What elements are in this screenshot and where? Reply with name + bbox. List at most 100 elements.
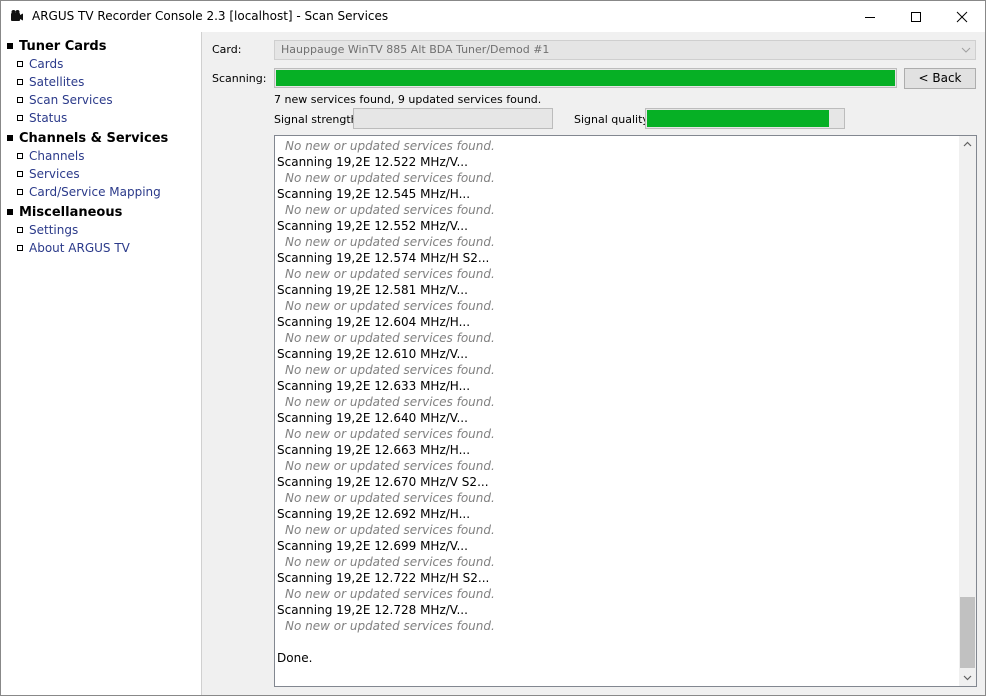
square-bullet-icon — [17, 227, 23, 233]
app-window: ARGUS TV Recorder Console 2.3 [localhost… — [0, 0, 986, 696]
sidebar-item-card-service-mapping[interactable]: Card/Service Mapping — [1, 183, 161, 201]
sidebar-nav: Tuner Cards Cards Satellites Scan Servic… — [1, 32, 202, 695]
log-line-note: No new or updated services found. — [285, 459, 495, 473]
log-line-scan: Scanning 19,2E 12.552 MHz/V... — [277, 219, 468, 233]
log-line-scan: Scanning 19,2E 12.522 MHz/V... — [277, 155, 468, 169]
log-line-note: No new or updated services found. — [285, 619, 495, 633]
square-bullet-icon — [17, 245, 23, 251]
nav-section-miscellaneous: Miscellaneous — [1, 203, 122, 221]
vertical-scrollbar[interactable] — [959, 136, 976, 686]
close-icon — [956, 11, 968, 22]
log-line-scan: Scanning 19,2E 12.604 MHz/H... — [277, 315, 471, 329]
square-bullet-icon — [17, 61, 23, 67]
sidebar-item-services[interactable]: Services — [1, 165, 80, 183]
square-bullet-icon — [17, 153, 23, 159]
scan-status-text: 7 new services found, 9 updated services… — [274, 93, 542, 106]
log-line-note: No new or updated services found. — [285, 331, 495, 345]
log-line-scan: Scanning 19,2E 12.728 MHz/V... — [277, 603, 468, 617]
sidebar-item-cards[interactable]: Cards — [1, 55, 63, 73]
log-line-scan: Scanning 19,2E 12.692 MHz/H... — [277, 507, 471, 521]
bullet-icon — [7, 209, 13, 215]
back-button[interactable]: < Back — [904, 68, 976, 89]
log-line-scan: Done. — [277, 651, 313, 665]
log-line-scan: Scanning 19,2E 12.670 MHz/V S2... — [277, 475, 489, 489]
signal-quality-meter — [645, 108, 845, 129]
log-line-scan: Scanning 19,2E 12.640 MHz/V... — [277, 411, 468, 425]
sidebar-item-status[interactable]: Status — [1, 109, 67, 127]
scan-log[interactable]: No new or updated services found. Scannin… — [274, 135, 977, 687]
square-bullet-icon — [17, 189, 23, 195]
window-title: ARGUS TV Recorder Console 2.3 [localhost… — [32, 9, 389, 23]
title-bar[interactable]: ARGUS TV Recorder Console 2.3 [localhost… — [1, 1, 985, 32]
sidebar-item-label[interactable]: Status — [29, 111, 67, 125]
signal-strength-label: Signal strength: — [274, 113, 362, 126]
log-line-blank — [277, 634, 958, 650]
maximize-icon — [911, 11, 921, 22]
sidebar-item-label[interactable]: Scan Services — [29, 93, 113, 107]
log-line-scan: Scanning 19,2E 12.722 MHz/H S2... — [277, 571, 490, 585]
square-bullet-icon — [17, 115, 23, 121]
log-line-note: No new or updated services found. — [285, 555, 495, 569]
nav-section-tuner-cards: Tuner Cards — [1, 37, 106, 55]
log-line-scan: Scanning 19,2E 12.545 MHz/H... — [277, 187, 471, 201]
maximize-button[interactable] — [893, 1, 939, 32]
log-line-note: No new or updated services found. — [285, 523, 495, 537]
minimize-icon — [865, 16, 875, 18]
scan-progress-fill — [276, 70, 895, 86]
card-label: Card: — [212, 43, 242, 56]
sidebar-item-about[interactable]: About ARGUS TV — [1, 239, 130, 257]
nav-section-title: Miscellaneous — [19, 204, 123, 220]
bullet-icon — [7, 43, 13, 49]
sidebar-item-settings[interactable]: Settings — [1, 221, 78, 239]
chevron-up-icon — [963, 141, 972, 147]
log-line-scan: Scanning 19,2E 12.663 MHz/H... — [277, 443, 471, 457]
square-bullet-icon — [17, 97, 23, 103]
log-line-note: No new or updated services found. — [285, 395, 495, 409]
signal-quality-fill — [647, 110, 829, 127]
log-line-note: No new or updated services found. — [285, 363, 495, 377]
scroll-down-button[interactable] — [959, 669, 976, 686]
log-line-note: No new or updated services found. — [285, 139, 495, 153]
scroll-up-button[interactable] — [959, 136, 976, 153]
log-line-scan: Scanning 19,2E 12.581 MHz/V... — [277, 283, 468, 297]
signal-quality-label: Signal quality: — [574, 113, 652, 126]
sidebar-item-channels[interactable]: Channels — [1, 147, 85, 165]
log-line-scan: Scanning 19,2E 12.574 MHz/H S2... — [277, 251, 490, 265]
sidebar-item-label[interactable]: Cards — [29, 57, 63, 71]
log-line-scan: Scanning 19,2E 12.610 MHz/V... — [277, 347, 468, 361]
square-bullet-icon — [17, 171, 23, 177]
sidebar-item-label[interactable]: Services — [29, 167, 80, 181]
sidebar-item-label[interactable]: Channels — [29, 149, 85, 163]
scan-log-lines: No new or updated services found. Scannin… — [277, 138, 958, 666]
sidebar-item-label[interactable]: About ARGUS TV — [29, 241, 130, 255]
log-line-note: No new or updated services found. — [285, 203, 495, 217]
log-line-note: No new or updated services found. — [285, 171, 495, 185]
scanning-label: Scanning: — [212, 72, 267, 85]
scroll-thumb[interactable] — [960, 597, 975, 668]
log-line-scan: Scanning 19,2E 12.633 MHz/H... — [277, 379, 471, 393]
log-line-scan: Scanning 19,2E 12.699 MHz/V... — [277, 539, 468, 553]
sidebar-item-label[interactable]: Card/Service Mapping — [29, 185, 161, 199]
card-select[interactable]: Hauppauge WinTV 885 Alt BDA Tuner/Demod … — [274, 40, 976, 60]
close-button[interactable] — [939, 1, 985, 32]
sidebar-item-scan-services[interactable]: Scan Services — [1, 91, 113, 109]
scan-progress-bar — [274, 68, 897, 88]
sidebar-item-satellites[interactable]: Satellites — [1, 73, 84, 91]
log-line-note: No new or updated services found. — [285, 427, 495, 441]
chevron-down-icon — [963, 675, 972, 681]
card-select-value: Hauppauge WinTV 885 Alt BDA Tuner/Demod … — [281, 43, 550, 56]
log-line-note: No new or updated services found. — [285, 299, 495, 313]
nav-section-title: Channels & Services — [19, 130, 169, 146]
log-line-note: No new or updated services found. — [285, 587, 495, 601]
sidebar-item-label[interactable]: Settings — [29, 223, 78, 237]
sidebar-item-label[interactable]: Satellites — [29, 75, 84, 89]
square-bullet-icon — [17, 79, 23, 85]
nav-section-channels-services: Channels & Services — [1, 129, 168, 147]
log-line-note: No new or updated services found. — [285, 491, 495, 505]
film-camera-icon — [11, 10, 23, 21]
nav-section-title: Tuner Cards — [19, 38, 107, 54]
log-line-note: No new or updated services found. — [285, 267, 495, 281]
minimize-button[interactable] — [847, 1, 893, 32]
chevron-down-icon — [961, 47, 971, 53]
bullet-icon — [7, 135, 13, 141]
